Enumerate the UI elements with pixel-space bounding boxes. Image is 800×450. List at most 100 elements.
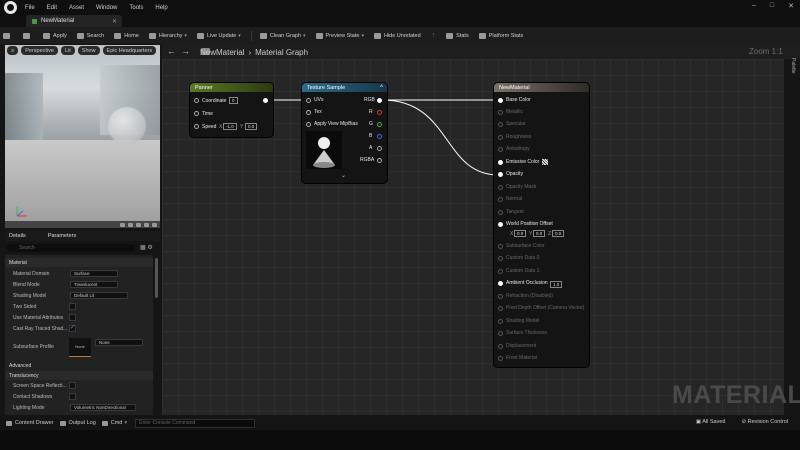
pin-tex[interactable] <box>306 110 311 115</box>
material-input-pin[interactable] <box>498 110 503 115</box>
panner-node[interactable]: Panner Coordinate 0 Time Speed X -1.0 Y … <box>190 83 273 137</box>
close-tab-icon[interactable]: ✕ <box>112 18 117 25</box>
forward-arrow-icon[interactable]: → <box>181 46 190 56</box>
material-domain-select[interactable]: Surface <box>70 270 118 277</box>
material-input-pin[interactable] <box>498 210 503 215</box>
tab-details[interactable]: Details <box>9 233 26 239</box>
lit-button[interactable]: Lit <box>60 46 75 55</box>
maximize-icon[interactable]: □ <box>770 2 774 10</box>
lighting-mode-select[interactable]: Volumetric NonDirectional <box>70 404 136 411</box>
texture-sample-node[interactable]: Texture Sample ^ UVs Tex Apply View MipBi… <box>302 83 387 183</box>
section-material[interactable]: Material <box>5 258 153 267</box>
subsurface-profile-thumbnail[interactable]: None <box>69 338 91 357</box>
show-button[interactable]: Show <box>77 46 100 55</box>
tab-newmaterial[interactable]: NewMaterial ✕ <box>26 15 122 27</box>
perspective-button[interactable]: Perspective <box>21 46 58 55</box>
pin-speed[interactable] <box>194 124 199 129</box>
material-input-pin[interactable] <box>498 269 503 274</box>
use-material-attributes-checkbox[interactable] <box>69 314 76 321</box>
material-result-node[interactable]: NewMaterial Base Color Metallic Specular Ro… <box>494 83 589 367</box>
breadcrumb-material[interactable]: NewMaterial <box>200 48 244 57</box>
pin-apply-view-mipbias[interactable] <box>306 122 311 127</box>
section-translucency[interactable]: Translucency <box>5 371 153 380</box>
blend-mode-select[interactable]: Translucent <box>70 281 118 288</box>
speed-x-field[interactable]: -1.0 <box>223 123 237 130</box>
search-button[interactable]: Search <box>76 32 104 39</box>
viewport-menu-button[interactable]: ≡ <box>7 46 19 55</box>
apply-button[interactable]: Apply <box>43 32 67 39</box>
menu-asset[interactable]: Asset <box>69 5 84 11</box>
menu-edit[interactable]: Edit <box>47 5 57 11</box>
pin-time[interactable] <box>194 111 199 116</box>
emissive-color-swatch[interactable] <box>542 159 548 165</box>
output-pin-b[interactable] <box>377 134 382 139</box>
material-input-pin[interactable] <box>498 331 503 336</box>
output-pin-rgba[interactable] <box>377 158 382 163</box>
menu-help[interactable]: Help <box>155 5 167 11</box>
details-search-input[interactable]: Search <box>7 244 135 252</box>
subsurface-profile-select[interactable]: None <box>95 339 143 346</box>
material-input-pin[interactable] <box>498 222 503 227</box>
more-options-icon[interactable]: ⋮ <box>431 33 437 39</box>
menu-window[interactable]: Window <box>96 5 117 11</box>
coordinate-value-field[interactable]: 0 <box>229 97 238 104</box>
pin-uvs[interactable] <box>306 98 311 103</box>
stats-button[interactable]: Stats <box>446 32 469 39</box>
output-pin-g[interactable] <box>377 122 382 127</box>
collapse-icon[interactable]: ^ <box>380 85 383 91</box>
material-input-pin[interactable] <box>498 135 503 140</box>
material-input-pin[interactable] <box>498 306 503 311</box>
minimize-icon[interactable]: – <box>752 2 756 10</box>
hide-unrelated-button[interactable]: Hide Unrelated <box>373 32 421 39</box>
unreal-logo-icon[interactable] <box>4 1 17 14</box>
contact-shadows-checkbox[interactable] <box>69 393 76 400</box>
back-arrow-icon[interactable]: ← <box>167 46 176 56</box>
content-drawer-button[interactable]: Content Drawer <box>6 420 54 426</box>
hierarchy-button[interactable]: Hierarchy ▾ <box>148 32 187 39</box>
material-input-pin[interactable] <box>498 147 503 152</box>
material-input-pin[interactable] <box>498 98 503 103</box>
wpo-z-field[interactable]: 0.0 <box>552 230 565 237</box>
speed-y-field[interactable]: 0.0 <box>245 123 258 130</box>
menu-tools[interactable]: Tools <box>129 5 143 11</box>
material-input-pin[interactable] <box>498 256 503 261</box>
two-sided-checkbox[interactable] <box>69 303 76 310</box>
material-input-pin[interactable] <box>498 197 503 202</box>
browse-button[interactable] <box>23 32 33 39</box>
save-button[interactable] <box>3 32 13 39</box>
material-input-pin[interactable] <box>498 281 503 286</box>
material-input-pin[interactable] <box>498 244 503 249</box>
breadcrumb-graph[interactable]: Material Graph <box>255 48 308 57</box>
shading-model-select[interactable]: Default Lit <box>70 292 128 299</box>
material-input-pin[interactable] <box>498 160 503 165</box>
close-window-icon[interactable]: ✕ <box>788 2 794 10</box>
cylinder-icon[interactable] <box>120 222 125 227</box>
cmd-button[interactable]: Cmd ▾ <box>101 420 127 426</box>
material-graph-canvas[interactable]: Panner Coordinate 0 Time Speed X -1.0 Y … <box>162 59 784 415</box>
revision-control-button[interactable]: ⊘ Revision Control <box>742 419 789 425</box>
screen-space-reflections-checkbox[interactable] <box>69 382 76 389</box>
tab-parameters[interactable]: Parameters <box>48 233 76 239</box>
material-input-pin[interactable] <box>498 122 503 127</box>
live-update-button[interactable]: Live Update ▾ <box>196 32 241 39</box>
menu-file[interactable]: File <box>25 5 35 11</box>
output-log-button[interactable]: Output Log <box>59 420 96 426</box>
details-view-options[interactable]: ▦ ⚙ <box>140 244 153 251</box>
plane-icon[interactable] <box>136 222 141 227</box>
details-scrollbar[interactable] <box>155 258 158 298</box>
sphere-icon[interactable] <box>128 222 133 227</box>
wpo-y-field[interactable]: 0.0 <box>533 230 546 237</box>
material-input-pin[interactable] <box>498 294 503 299</box>
section-advanced[interactable]: Advanced <box>5 361 153 370</box>
material-input-pin[interactable] <box>498 356 503 361</box>
expand-node-icon[interactable]: ⌄ <box>341 172 346 179</box>
output-pin-rgb[interactable] <box>377 98 382 103</box>
material-input-pin[interactable] <box>498 344 503 349</box>
console-input[interactable]: Enter Console Command <box>135 418 256 428</box>
cast-ray-traced-checkbox[interactable] <box>69 324 76 332</box>
home-button[interactable]: Home <box>114 32 139 39</box>
all-saved-button[interactable]: ▣ All Saved <box>696 419 726 425</box>
clean-graph-button[interactable]: Clean Graph ▾ <box>259 32 306 39</box>
panner-output-pin[interactable] <box>263 98 268 103</box>
material-input-pin[interactable] <box>498 172 503 177</box>
